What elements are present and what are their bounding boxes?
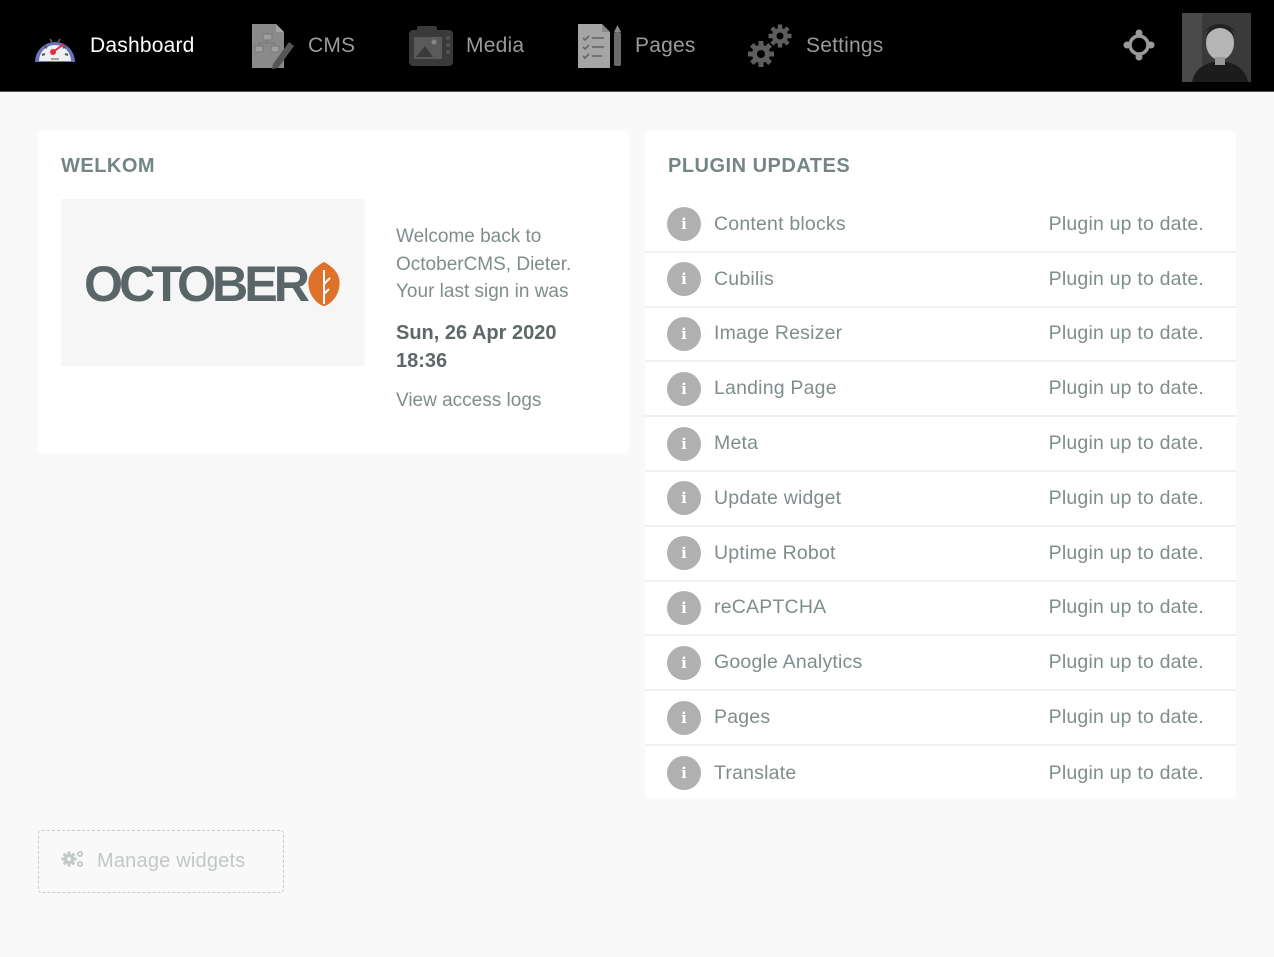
nav-item-cms[interactable]: CMS: [248, 20, 355, 72]
plugin-row[interactable]: i reCAPTCHA Plugin up to date.: [645, 582, 1236, 637]
pages-checklist-icon: [575, 21, 625, 71]
welcome-message: Welcome back to OctoberCMS, Dieter. Your…: [396, 226, 572, 302]
nav-label-settings: Settings: [806, 34, 884, 57]
speedometer-icon: [30, 21, 80, 71]
october-logo: OCTOBER: [61, 199, 365, 366]
plugin-row[interactable]: i Content blocks Plugin up to date.: [645, 198, 1236, 253]
plugin-status: Plugin up to date.: [1048, 651, 1204, 674]
plugin-status: Plugin up to date.: [1048, 486, 1204, 509]
view-access-logs-link[interactable]: View access logs: [396, 390, 541, 412]
plugin-name[interactable]: reCAPTCHA: [714, 596, 826, 619]
logo-text: OCTOBER: [84, 260, 310, 306]
plugin-row[interactable]: i Image Resizer Plugin up to date.: [645, 308, 1236, 363]
info-icon: i: [667, 590, 701, 625]
plugin-status: Plugin up to date.: [1048, 322, 1204, 345]
nav-item-pages[interactable]: Pages: [575, 20, 696, 72]
plugin-row[interactable]: i Cubilis Plugin up to date.: [645, 253, 1236, 308]
plugin-name[interactable]: Update widget: [714, 487, 841, 510]
plugin-row[interactable]: i Meta Plugin up to date.: [645, 417, 1236, 472]
nav-label-cms: CMS: [308, 34, 356, 57]
info-icon: i: [667, 481, 701, 516]
nav-label-pages: Pages: [635, 34, 696, 57]
info-icon: i: [667, 371, 701, 406]
plugin-name[interactable]: Pages: [714, 706, 770, 729]
manage-widgets-label: Manage widgets: [97, 850, 246, 872]
crosshair-icon[interactable]: [1122, 28, 1156, 62]
last-signin-datetime: Sun, 26 Apr 2020 18:36: [396, 322, 557, 372]
plugin-status: Plugin up to date.: [1048, 596, 1204, 619]
info-icon: i: [667, 645, 701, 680]
plugin-name[interactable]: Cubilis: [714, 268, 774, 291]
welcome-title: WELKOM: [61, 155, 156, 177]
nav-label-media: Media: [466, 34, 525, 57]
info-icon: i: [667, 316, 701, 351]
cms-document-pencil-icon: [248, 21, 298, 71]
plugin-row[interactable]: i Update widget Plugin up to date.: [645, 472, 1236, 527]
plugin-status: Plugin up to date.: [1048, 377, 1204, 400]
plugin-name[interactable]: Meta: [714, 432, 758, 455]
nav-label-dashboard: Dashboard: [90, 34, 195, 57]
info-icon: i: [667, 536, 701, 571]
info-icon: i: [667, 207, 701, 242]
plugin-name[interactable]: Uptime Robot: [714, 542, 836, 565]
info-icon: i: [667, 700, 701, 735]
plugin-name[interactable]: Google Analytics: [714, 651, 862, 674]
plugin-updates-title: PLUGIN UPDATES: [668, 155, 851, 177]
plugin-status: Plugin up to date.: [1048, 267, 1204, 290]
gears-icon: [746, 21, 796, 71]
plugin-name[interactable]: Image Resizer: [714, 322, 842, 345]
welcome-widget: WELKOM OCTOBER Welcome back to OctoberCM…: [38, 131, 629, 454]
plugin-status: Plugin up to date.: [1048, 541, 1204, 564]
nav-item-media[interactable]: Media: [406, 20, 524, 72]
plugin-name[interactable]: Content blocks: [714, 213, 846, 236]
info-icon: i: [667, 262, 701, 297]
plugin-row[interactable]: i Pages Plugin up to date.: [645, 691, 1236, 746]
manage-widgets-button[interactable]: Manage widgets: [38, 830, 284, 893]
plugin-status: Plugin up to date.: [1048, 761, 1204, 784]
plugin-name[interactable]: Translate: [714, 762, 796, 785]
plugin-updates-widget: PLUGIN UPDATES i Content blocks Plugin up …: [645, 131, 1236, 799]
plugin-row[interactable]: i Google Analytics Plugin up to date.: [645, 636, 1236, 692]
info-icon: i: [667, 756, 701, 791]
plugin-row[interactable]: i Uptime Robot Plugin up to date.: [645, 527, 1236, 582]
plugin-list: i Content blocks Plugin up to date. i Cubili…: [645, 198, 1236, 801]
plugin-name[interactable]: Landing Page: [714, 377, 837, 400]
plugin-row[interactable]: i Translate Plugin up to date.: [645, 746, 1236, 801]
plugin-status: Plugin up to date.: [1048, 706, 1204, 729]
gears-icon: [61, 849, 85, 874]
media-camera-icon: [406, 21, 456, 71]
plugin-status: Plugin up to date.: [1048, 212, 1204, 235]
plugin-status: Plugin up to date.: [1048, 432, 1204, 455]
user-avatar[interactable]: [1182, 13, 1251, 82]
info-icon: i: [667, 426, 701, 461]
top-navigation-bar: Dashboard CMS Media Pages Settings: [0, 0, 1274, 92]
plugin-row[interactable]: i Landing Page Plugin up to date.: [645, 362, 1236, 418]
nav-item-settings[interactable]: Settings: [746, 20, 883, 72]
nav-item-dashboard[interactable]: Dashboard: [30, 20, 195, 72]
